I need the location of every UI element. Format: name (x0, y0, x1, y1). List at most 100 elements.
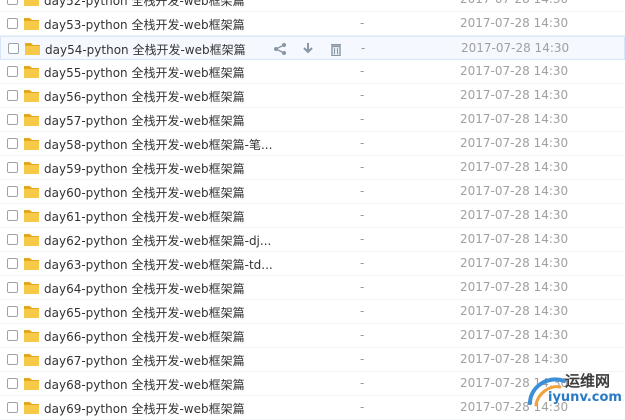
file-name[interactable]: day57-python 全栈开发-web框架篇 (44, 112, 245, 129)
folder-icon (24, 41, 41, 56)
file-row[interactable]: day57-python 全栈开发-web框架篇 - 2017-07-28 14:3… (0, 108, 625, 132)
file-size: - (360, 16, 365, 30)
file-row[interactable]: day62-python 全栈开发-web框架篇-dj... - 2017-07-2… (0, 228, 625, 252)
file-row[interactable]: day58-python 全栈开发-web框架篇-笔... - 2017-07-28… (0, 132, 625, 156)
file-name[interactable]: day59-python 全栈开发-web框架篇 (44, 160, 245, 177)
file-list: day52-python 全栈开发-web框架篇 - 2017-07-28 14:3… (0, 0, 625, 420)
share-icon[interactable] (271, 40, 289, 58)
file-row[interactable]: day63-python 全栈开发-web框架篇-td... - 2017-07-2… (0, 252, 625, 276)
row-checkbox[interactable] (7, 0, 18, 5)
row-checkbox[interactable] (7, 354, 18, 365)
row-checkbox[interactable] (7, 330, 18, 341)
file-size: - (360, 0, 364, 6)
row-checkbox[interactable] (7, 258, 18, 269)
file-name[interactable]: day56-python 全栈开发-web框架篇 (44, 88, 245, 105)
folder-icon (23, 280, 40, 295)
file-name[interactable]: day66-python 全栈开发-web框架篇 (44, 328, 245, 345)
file-row[interactable]: day56-python 全栈开发-web框架篇 - 2017-07-28 14:3… (0, 84, 625, 108)
file-date: 2017-07-28 14:30 (460, 328, 569, 342)
file-size: - (360, 280, 365, 294)
row-checkbox[interactable] (8, 43, 19, 54)
watermark-domain: iyunv.com (548, 390, 622, 405)
file-date: 2017-07-28 14:30 (460, 184, 569, 198)
folder-icon (23, 136, 40, 151)
file-date: 2017-07-28 14:30 (460, 136, 569, 150)
row-checkbox[interactable] (7, 90, 18, 101)
file-date: 2017-07-28 14:30 (460, 352, 569, 366)
file-name[interactable]: day64-python 全栈开发-web框架篇 (44, 280, 245, 297)
download-icon[interactable] (299, 40, 317, 58)
file-name[interactable]: day63-python 全栈开发-web框架篇-td... (44, 256, 273, 273)
file-date: 2017-07-28 14:30 (460, 232, 569, 246)
file-row[interactable]: day60-python 全栈开发-web框架篇 - 2017-07-28 14:3… (0, 180, 625, 204)
file-row[interactable]: day53-python 全栈开发-web框架篇 - 2017-07-28 14:3… (0, 12, 625, 36)
file-size: - (360, 256, 365, 270)
file-date: 2017-07-28 14:30 (460, 280, 569, 294)
file-row[interactable]: day61-python 全栈开发-web框架篇 - 2017-07-28 14:3… (0, 204, 625, 228)
folder-icon (23, 88, 40, 103)
file-name[interactable]: day60-python 全栈开发-web框架篇 (44, 184, 245, 201)
file-size: - (360, 304, 365, 318)
file-date: 2017-07-28 14:30 (460, 64, 569, 78)
row-checkbox[interactable] (7, 114, 18, 125)
file-name[interactable]: day68-python 全栈开发-web框架篇 (44, 376, 245, 393)
file-date: 2017-07-28 14:30 (460, 208, 569, 222)
row-checkbox[interactable] (7, 402, 18, 413)
row-checkbox[interactable] (7, 306, 18, 317)
file-name[interactable]: day55-python 全栈开发-web框架篇 (44, 64, 245, 81)
row-checkbox[interactable] (7, 66, 18, 77)
row-checkbox[interactable] (7, 18, 18, 29)
file-date: 2017-07-28 14:30 (460, 88, 569, 102)
folder-icon (23, 376, 40, 391)
delete-icon[interactable] (327, 40, 345, 58)
file-row[interactable]: day64-python 全栈开发-web框架篇 - 2017-07-28 14:3… (0, 276, 625, 300)
file-size: - (360, 112, 365, 126)
file-row[interactable]: day52-python 全栈开发-web框架篇 - 2017-07-28 14:3… (0, 0, 625, 12)
row-checkbox[interactable] (7, 186, 18, 197)
file-size: - (360, 64, 365, 78)
file-size: - (360, 376, 365, 390)
folder-icon (23, 232, 40, 247)
file-size: - (361, 41, 366, 55)
file-name[interactable]: day53-python 全栈开发-web框架篇 (44, 16, 245, 33)
folder-icon (23, 0, 40, 7)
file-name[interactable]: day52-python 全栈开发-web框架篇 (44, 0, 245, 9)
folder-icon (23, 304, 40, 319)
file-row[interactable]: day66-python 全栈开发-web框架篇 - 2017-07-28 14:3… (0, 324, 625, 348)
folder-icon (23, 256, 40, 271)
file-size: - (360, 160, 365, 174)
folder-icon (23, 112, 40, 127)
file-name[interactable]: day61-python 全栈开发-web框架篇 (44, 208, 245, 225)
file-row[interactable]: day55-python 全栈开发-web框架篇 - 2017-07-28 14:3… (0, 60, 625, 84)
file-name[interactable]: day67-python 全栈开发-web框架篇 (44, 352, 245, 369)
row-checkbox[interactable] (7, 210, 18, 221)
file-name[interactable]: day65-python 全栈开发-web框架篇 (44, 304, 245, 321)
row-checkbox[interactable] (7, 282, 18, 293)
row-checkbox[interactable] (7, 234, 18, 245)
row-checkbox[interactable] (7, 162, 18, 173)
file-date: 2017-07-28 14:30 (460, 160, 569, 174)
file-name[interactable]: day69-python 全栈开发-web框架篇 (44, 400, 245, 417)
file-name[interactable]: day62-python 全栈开发-web框架篇-dj... (44, 232, 271, 249)
file-date: 2017-07-28 14:30 (460, 16, 569, 30)
folder-icon (23, 208, 40, 223)
folder-icon (23, 160, 40, 175)
folder-icon (23, 16, 40, 31)
file-size: - (360, 136, 365, 150)
file-size: - (360, 208, 365, 222)
file-row[interactable]: day59-python 全栈开发-web框架篇 - 2017-07-28 14:3… (0, 156, 625, 180)
row-checkbox[interactable] (7, 378, 18, 389)
file-date: 2017-07-28 14:30 (460, 0, 568, 6)
file-row[interactable]: day65-python 全栈开发-web框架篇 - 2017-07-28 14:3… (0, 300, 625, 324)
file-size: - (360, 400, 365, 414)
watermark-title: 运维网 (565, 372, 611, 390)
folder-icon (23, 328, 40, 343)
file-size: - (360, 328, 365, 342)
file-date: 2017-07-28 14:30 (460, 304, 569, 318)
file-name[interactable]: day54-python 全栈开发-web框架篇 (45, 41, 246, 58)
file-row[interactable]: day54-python 全栈开发-web框架篇 - 2017-07-28 14:3… (0, 36, 625, 60)
file-size: - (360, 88, 365, 102)
file-name[interactable]: day58-python 全栈开发-web框架篇-笔... (44, 136, 272, 153)
file-date: 2017-07-28 14:30 (461, 41, 570, 55)
row-checkbox[interactable] (7, 138, 18, 149)
